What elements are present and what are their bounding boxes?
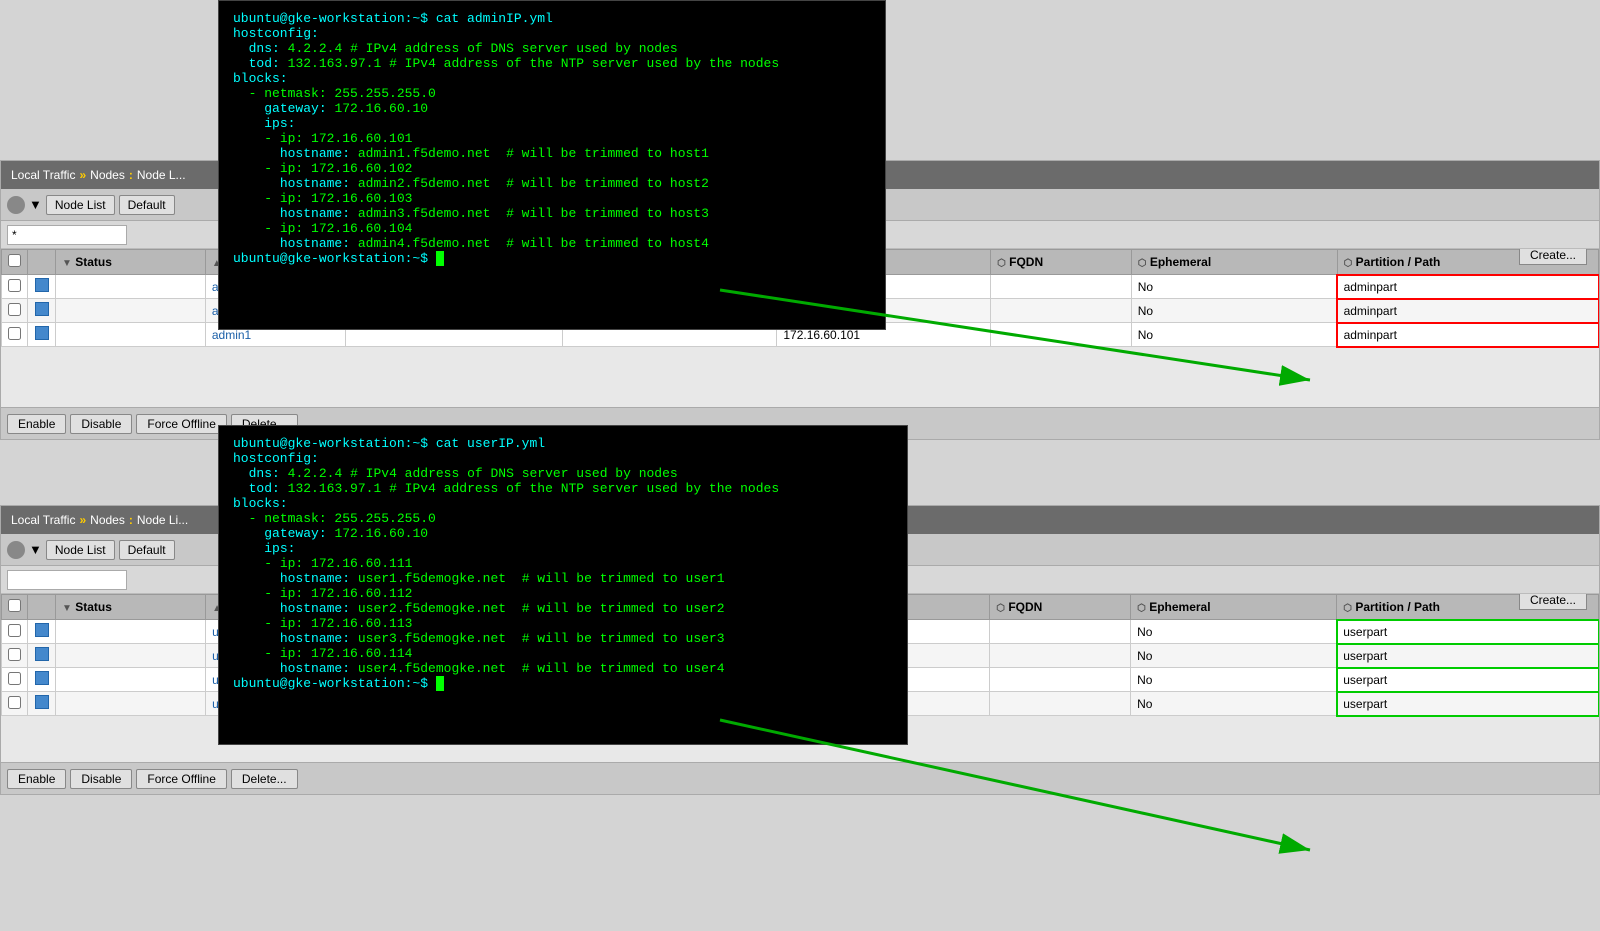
col-status-label-2[interactable]: ▼ Status: [56, 595, 206, 620]
default-tab-2[interactable]: Default: [119, 540, 175, 560]
create-button-2[interactable]: Create...: [1519, 594, 1587, 610]
select-all-check-2[interactable]: [8, 599, 21, 612]
force-offline-button-2[interactable]: Force Offline: [136, 769, 226, 789]
ephemeral-cell: No: [1131, 644, 1337, 668]
node-list-tab-2[interactable]: Node List: [46, 540, 115, 560]
enable-button-1[interactable]: Enable: [7, 414, 66, 434]
fqdn-cell: [990, 692, 1131, 716]
status-text: [56, 299, 206, 323]
terminal-1-content: hostconfig: dns: 4.2.2.4 # IPv4 address …: [233, 26, 871, 251]
partition-cell: adminpart: [1337, 275, 1598, 299]
terminal-2-prompt2: ubuntu@gke-workstation:~$: [233, 676, 893, 691]
status-badge: [35, 623, 49, 637]
col-ephemeral-2[interactable]: ⬡ Ephemeral: [1131, 595, 1337, 620]
status-badge: [35, 671, 49, 685]
col-fqdn-2[interactable]: ⬡ FQDN: [990, 595, 1131, 620]
ephemeral-cell: No: [1131, 299, 1337, 323]
status-badge: [35, 695, 49, 709]
terminal-1-prompt2: ubuntu@gke-workstation:~$: [233, 251, 871, 266]
delete-button-2[interactable]: Delete...: [231, 769, 298, 789]
col-status-label-1[interactable]: ▼ Status: [56, 250, 206, 275]
partition-cell: userpart: [1337, 620, 1599, 644]
row-check[interactable]: [8, 624, 21, 637]
gear-icon-2[interactable]: [7, 541, 25, 559]
status-badge: [35, 647, 49, 661]
gear-icon-1[interactable]: [7, 196, 25, 214]
terminal-1: ubuntu@gke-workstation:~$ cat adminIP.ym…: [218, 0, 886, 330]
status-badge: [35, 302, 49, 316]
row-check[interactable]: [8, 327, 21, 340]
status-text: [56, 644, 206, 668]
status-text: [56, 620, 206, 644]
fqdn-cell: [990, 668, 1131, 692]
partition-cell: userpart: [1337, 644, 1599, 668]
enable-button-2[interactable]: Enable: [7, 769, 66, 789]
fqdn-cell: [991, 299, 1132, 323]
col-status-1: [28, 250, 56, 275]
search-input-2[interactable]: [7, 570, 127, 590]
terminal-2-content: hostconfig: dns: 4.2.2.4 # IPv4 address …: [233, 451, 893, 676]
terminal-1-prompt: ubuntu@gke-workstation:~$ cat adminIP.ym…: [233, 11, 553, 26]
status-text: [56, 668, 206, 692]
status-badge: [35, 278, 49, 292]
ephemeral-cell: No: [1131, 275, 1337, 299]
node-list-tab-1[interactable]: Node List: [46, 195, 115, 215]
search-input-1[interactable]: [7, 225, 127, 245]
ephemeral-cell: No: [1131, 692, 1337, 716]
partition-cell: userpart: [1337, 692, 1599, 716]
ephemeral-cell: No: [1131, 620, 1337, 644]
terminal-2: ubuntu@gke-workstation:~$ cat userIP.yml…: [218, 425, 908, 745]
partition-cell: userpart: [1337, 668, 1599, 692]
action-row-2: Enable Disable Force Offline Delete...: [1, 762, 1599, 794]
col-ephemeral-1[interactable]: ⬡ Ephemeral: [1131, 250, 1337, 275]
status-text: [56, 323, 206, 347]
partition-cell: adminpart: [1337, 299, 1598, 323]
col-check-2: [2, 595, 28, 620]
fqdn-cell: [991, 275, 1132, 299]
disable-button-1[interactable]: Disable: [70, 414, 132, 434]
row-check[interactable]: [8, 648, 21, 661]
fqdn-cell: [990, 644, 1131, 668]
fqdn-cell: [990, 620, 1131, 644]
status-badge: [35, 326, 49, 340]
row-check[interactable]: [8, 672, 21, 685]
col-check-1: [2, 250, 28, 275]
col-fqdn-1[interactable]: ⬡ FQDN: [991, 250, 1132, 275]
status-text: [56, 275, 206, 299]
force-offline-button-1[interactable]: Force Offline: [136, 414, 226, 434]
ephemeral-cell: No: [1131, 668, 1337, 692]
terminal-1-prompt-line: ubuntu@gke-workstation:~$ cat adminIP.ym…: [233, 11, 871, 26]
create-button-1[interactable]: Create...: [1519, 249, 1587, 265]
status-text: [56, 692, 206, 716]
row-check[interactable]: [8, 279, 21, 292]
default-tab-1[interactable]: Default: [119, 195, 175, 215]
fqdn-cell: [991, 323, 1132, 347]
ephemeral-cell: No: [1131, 323, 1337, 347]
row-check[interactable]: [8, 303, 21, 316]
row-check[interactable]: [8, 696, 21, 709]
select-all-check-1[interactable]: [8, 254, 21, 267]
terminal-2-prompt-line: ubuntu@gke-workstation:~$ cat userIP.yml: [233, 436, 893, 451]
terminal-2-prompt: ubuntu@gke-workstation:~$ cat userIP.yml: [233, 436, 545, 451]
partition-cell: adminpart: [1337, 323, 1598, 347]
col-status-2: [28, 595, 56, 620]
disable-button-2[interactable]: Disable: [70, 769, 132, 789]
